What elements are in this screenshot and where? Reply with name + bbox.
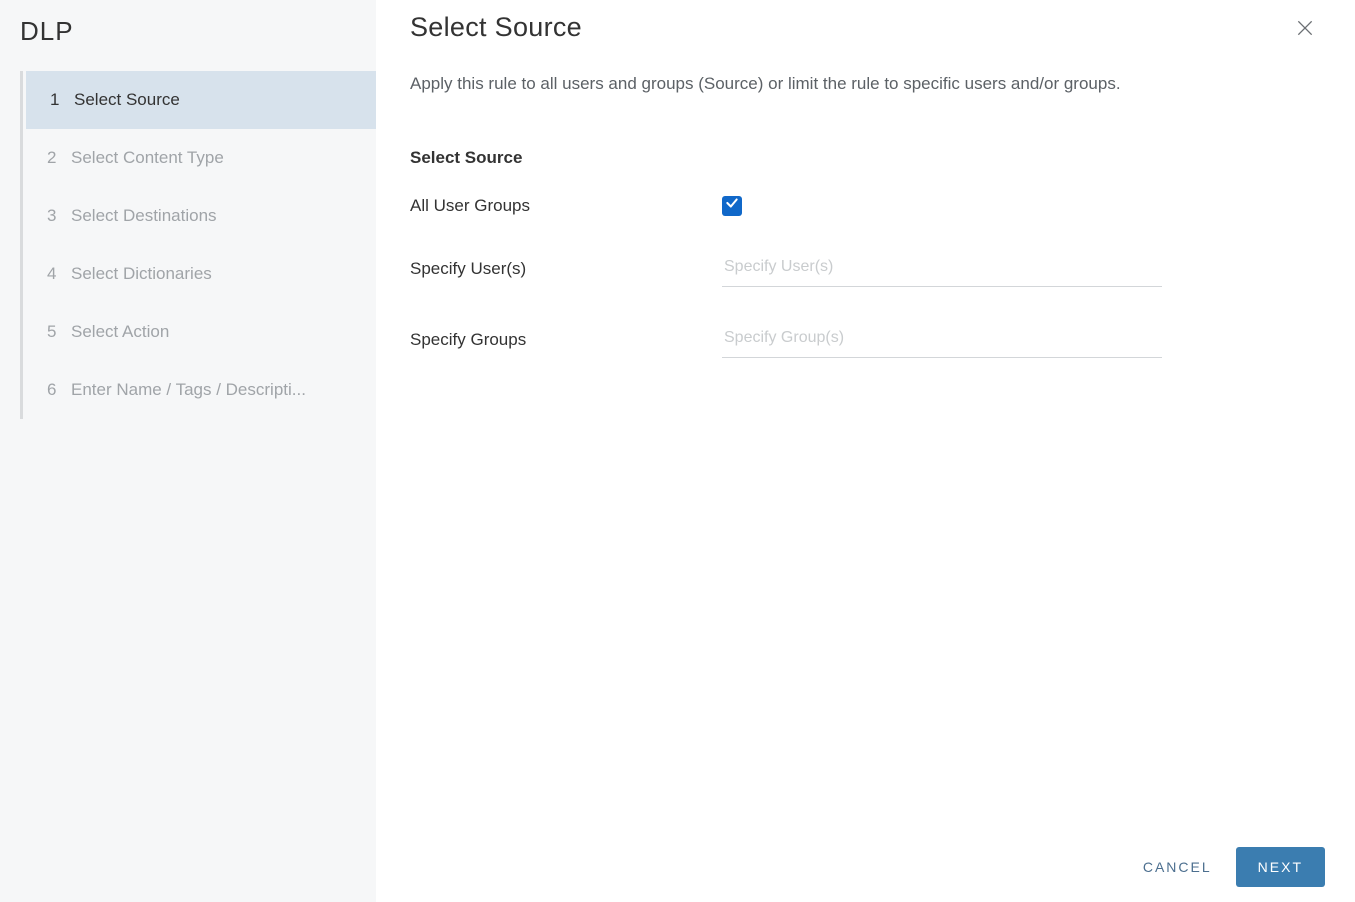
all-user-groups-checkbox[interactable] [722, 196, 742, 216]
step-select-source[interactable]: 1 Select Source [26, 71, 376, 129]
step-label: Select Content Type [71, 148, 224, 168]
step-number: 3 [47, 206, 65, 226]
step-label: Select Source [74, 90, 180, 110]
close-icon [1295, 18, 1315, 38]
wizard-sidebar: DLP 1 Select Source 2 Select Content Typ… [0, 0, 376, 902]
all-user-groups-label: All User Groups [410, 196, 722, 216]
specify-groups-input[interactable] [722, 323, 1162, 358]
step-number: 4 [47, 264, 65, 284]
wizard-steps: 1 Select Source 2 Select Content Type 3 … [20, 71, 376, 419]
step-label: Enter Name / Tags / Descripti... [71, 380, 306, 400]
specify-groups-label: Specify Groups [410, 330, 722, 350]
step-number: 1 [50, 90, 68, 110]
close-button[interactable] [1289, 12, 1321, 44]
main-panel: Select Source Apply this rule to all use… [376, 0, 1355, 902]
step-select-destinations[interactable]: 3 Select Destinations [23, 187, 376, 245]
specify-users-input[interactable] [722, 252, 1162, 287]
step-select-content-type[interactable]: 2 Select Content Type [23, 129, 376, 187]
step-number: 2 [47, 148, 65, 168]
step-label: Select Action [71, 322, 169, 342]
section-title: Select Source [410, 148, 1321, 168]
cancel-button[interactable]: CANCEL [1139, 849, 1216, 885]
step-enter-name-tags-description[interactable]: 6 Enter Name / Tags / Descripti... [23, 361, 376, 419]
step-number: 5 [47, 322, 65, 342]
check-icon [725, 196, 739, 215]
specify-users-label: Specify User(s) [410, 259, 722, 279]
step-label: Select Destinations [71, 206, 217, 226]
wizard-footer: CANCEL NEXT [376, 832, 1355, 902]
step-select-action[interactable]: 5 Select Action [23, 303, 376, 361]
row-specify-users: Specify User(s) [410, 252, 1321, 287]
step-label: Select Dictionaries [71, 264, 212, 284]
step-number: 6 [47, 380, 65, 400]
form-area: Select Source All User Groups Specify Us… [376, 96, 1355, 394]
next-button[interactable]: NEXT [1236, 847, 1325, 887]
step-select-dictionaries[interactable]: 4 Select Dictionaries [23, 245, 376, 303]
row-specify-groups: Specify Groups [410, 323, 1321, 358]
page-description: Apply this rule to all users and groups … [376, 44, 1355, 96]
row-all-user-groups: All User Groups [410, 196, 1321, 216]
sidebar-title: DLP [0, 0, 376, 71]
page-title: Select Source [410, 12, 1289, 43]
